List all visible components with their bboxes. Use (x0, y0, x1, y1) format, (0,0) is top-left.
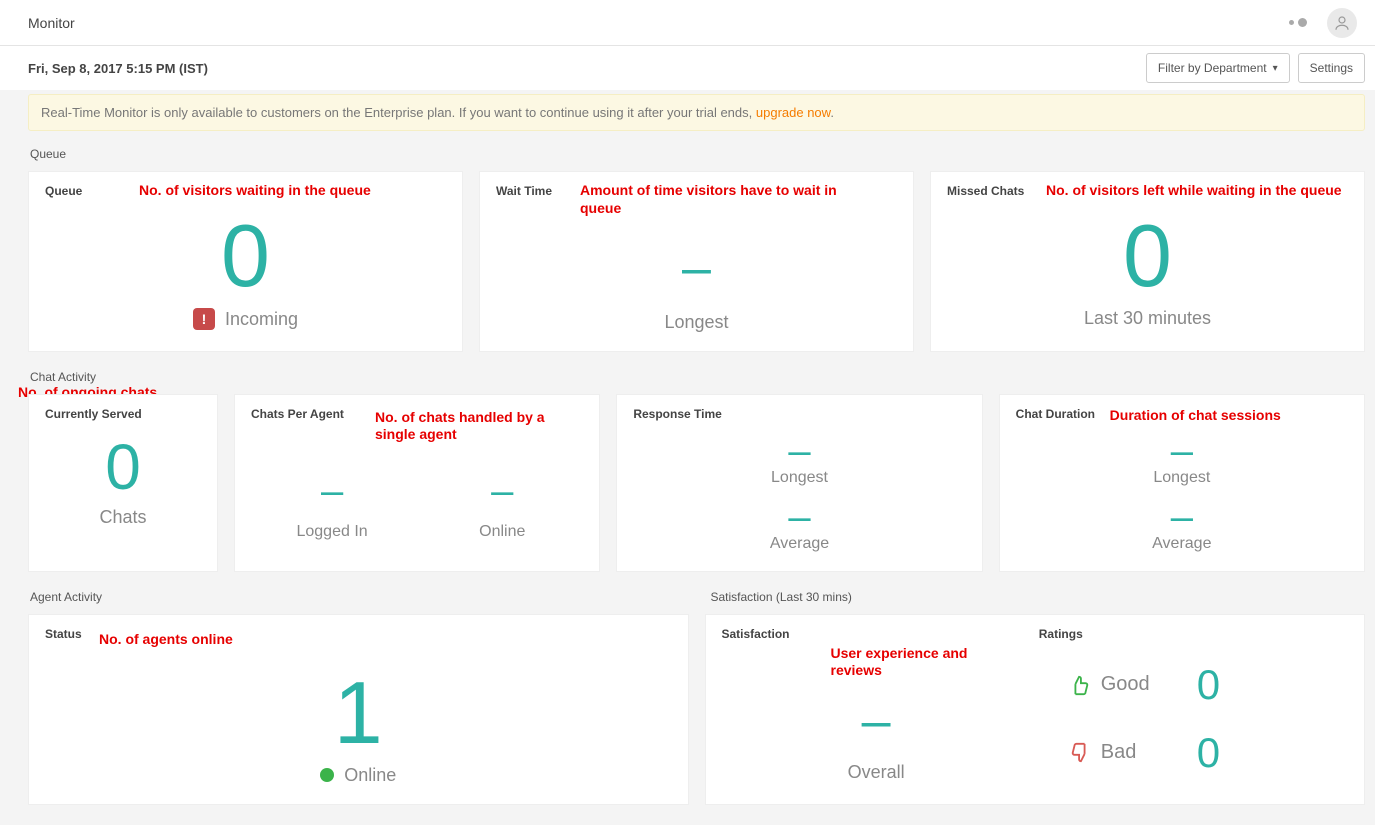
annot-sat: User experience and reviews (831, 645, 1001, 680)
resp-title: Response Time (633, 407, 965, 421)
card-missed-chats: Missed Chats No. of visitors left while … (930, 171, 1365, 352)
card-wait-time: Wait Time Amount of time visitors have t… (479, 171, 914, 352)
annot-queue: No. of visitors waiting in the queue (139, 182, 371, 200)
missed-value: 0 (947, 212, 1348, 300)
card-response-time: Response Time – Longest – Average (616, 394, 982, 572)
cpa-logged-label: Logged In (251, 523, 413, 541)
rating-bad-row: Bad 0 (1039, 729, 1348, 777)
card-satisfaction: Satisfaction User experience and reviews… (705, 614, 1366, 805)
ratings-list: Good 0 Bad 0 (1039, 641, 1348, 777)
good-label: Good (1101, 673, 1157, 696)
missed-label: Last 30 minutes (947, 308, 1348, 329)
chat-row: Currently Served 0 Chats Chats Per Agent… (28, 394, 1365, 572)
good-value: 0 (1197, 661, 1220, 709)
section-sat-label: Satisfaction (Last 30 mins) (703, 590, 1366, 604)
banner-text: Real-Time Monitor is only available to c… (41, 105, 756, 120)
wait-label: Longest (496, 312, 897, 333)
upgrade-banner: Real-Time Monitor is only available to c… (28, 94, 1365, 131)
card-currently-served: Currently Served 0 Chats (28, 394, 218, 572)
card-queue: Queue No. of visitors waiting in the que… (28, 171, 463, 352)
thumb-up-icon (1069, 674, 1091, 696)
dur-avg-value: – (1016, 501, 1348, 533)
served-title: Currently Served (45, 407, 201, 421)
wait-value: – (496, 248, 897, 290)
sat-title: Satisfaction (722, 627, 1031, 641)
status-label: Online (45, 765, 672, 786)
section-queue-label: Queue (30, 147, 1365, 161)
card-agent-status: Status No. of agents online 1 Online (28, 614, 689, 805)
card-chat-duration: Chat Duration Duration of chat sessions … (999, 394, 1365, 572)
sat-value: – (722, 701, 1031, 743)
annot-missed: No. of visitors left while waiting in th… (1046, 182, 1346, 200)
subbar: Fri, Sep 8, 2017 5:15 PM (IST) Filter by… (0, 46, 1375, 90)
bad-value: 0 (1197, 729, 1220, 777)
bottom-row: Status No. of agents online 1 Online Sat… (28, 614, 1365, 805)
page-title: Monitor (28, 15, 75, 31)
cpa-online-label: Online (421, 523, 583, 541)
resp-avg-value: – (633, 501, 965, 533)
thumb-down-icon (1069, 742, 1091, 764)
dur-longest-label: Longest (1016, 469, 1348, 487)
topbar: Monitor (0, 0, 1375, 46)
annot-agents: No. of agents online (99, 631, 233, 649)
page-body: Queue Queue No. of visitors waiting in t… (0, 131, 1375, 825)
cpa-logged-value: – (251, 475, 413, 507)
section-chat-label: Chat Activity (30, 370, 1365, 384)
upgrade-link[interactable]: upgrade now (756, 105, 830, 120)
served-value: 0 (45, 435, 201, 499)
resp-avg-label: Average (633, 535, 965, 553)
settings-button[interactable]: Settings (1298, 53, 1365, 83)
resp-longest-label: Longest (633, 469, 965, 487)
status-dots-icon[interactable] (1289, 18, 1307, 27)
bad-label: Bad (1101, 741, 1157, 764)
section-agent-label: Agent Activity (30, 590, 685, 604)
filter-department-button[interactable]: Filter by Department ▾ (1146, 53, 1290, 83)
annot-cpa: No. of chats handled by a single agent (375, 409, 565, 444)
cpa-online-value: – (421, 475, 583, 507)
timestamp: Fri, Sep 8, 2017 5:15 PM (IST) (28, 61, 208, 76)
rating-good-row: Good 0 (1039, 661, 1348, 709)
queue-value-label: ! Incoming (45, 308, 446, 330)
queue-value: 0 (45, 212, 446, 300)
dur-avg-label: Average (1016, 535, 1348, 553)
alert-icon: ! (193, 308, 215, 330)
annot-wait: Amount of time visitors have to wait in … (580, 182, 840, 217)
queue-row: Queue No. of visitors waiting in the que… (28, 171, 1365, 352)
status-value: 1 (45, 669, 672, 757)
ratings-title: Ratings (1039, 627, 1348, 641)
served-label: Chats (45, 507, 201, 528)
annot-dur: Duration of chat sessions (1110, 407, 1281, 425)
dur-longest-value: – (1016, 435, 1348, 467)
online-dot-icon (320, 768, 334, 782)
card-chats-per-agent: Chats Per Agent No. of chats handled by … (234, 394, 600, 572)
chevron-down-icon: ▾ (1273, 63, 1278, 74)
bottom-labels-row: Agent Activity Satisfaction (Last 30 min… (28, 590, 1365, 614)
topbar-right (1289, 8, 1357, 38)
filter-label: Filter by Department (1158, 61, 1267, 75)
resp-longest-value: – (633, 435, 965, 467)
avatar[interactable] (1327, 8, 1357, 38)
subbar-actions: Filter by Department ▾ Settings (1146, 53, 1365, 83)
